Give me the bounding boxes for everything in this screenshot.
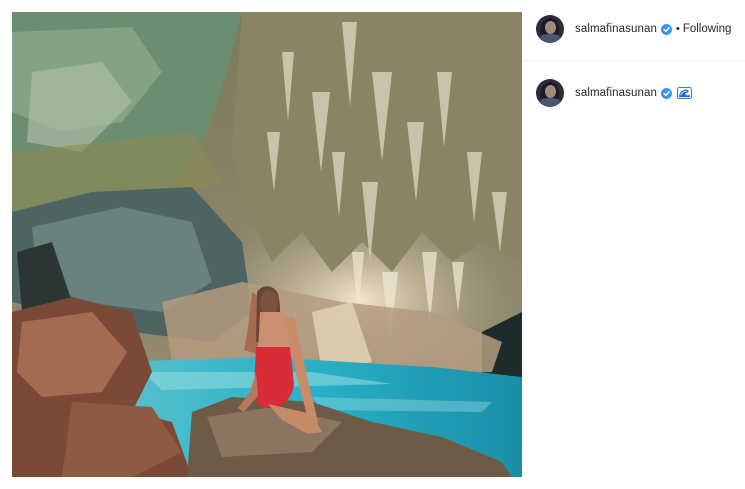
following-button[interactable]: Following bbox=[683, 23, 732, 35]
post-image[interactable] bbox=[12, 12, 522, 477]
caption-row: salmafinasunan bbox=[536, 79, 692, 107]
avatar[interactable] bbox=[536, 79, 564, 107]
verified-badge-icon bbox=[660, 87, 672, 99]
post-header: salmafinasunan • Following bbox=[536, 15, 731, 43]
header-username[interactable]: salmafinasunan bbox=[575, 23, 657, 35]
cave-photo bbox=[12, 12, 522, 477]
wave-emoji-icon bbox=[677, 87, 692, 99]
caption-username[interactable]: salmafinasunan bbox=[575, 87, 657, 99]
header-divider bbox=[522, 60, 745, 61]
separator-dot: • bbox=[675, 23, 680, 35]
verified-badge-icon bbox=[660, 23, 672, 35]
avatar[interactable] bbox=[536, 15, 564, 43]
post-sidebar: salmafinasunan • Following salmafinasuna… bbox=[522, 0, 745, 489]
